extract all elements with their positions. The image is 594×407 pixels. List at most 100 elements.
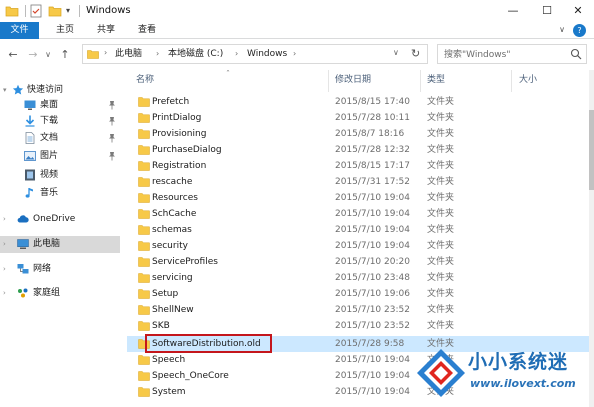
minimize-button[interactable]: — bbox=[498, 0, 528, 22]
sidebar-item-videos[interactable]: 视频 bbox=[0, 167, 120, 184]
maximize-button[interactable]: ☐ bbox=[532, 0, 562, 22]
chevron-right-icon[interactable]: › bbox=[3, 238, 6, 251]
column-divider[interactable] bbox=[420, 70, 421, 92]
expand-ribbon-icon[interactable]: ∨ bbox=[556, 23, 568, 37]
column-size[interactable]: 大小 bbox=[519, 74, 537, 86]
sort-ascending-icon: ˄ bbox=[226, 70, 230, 78]
column-type[interactable]: 类型 bbox=[427, 74, 445, 86]
breadcrumb-this-pc[interactable]: 此电脑 bbox=[115, 48, 142, 60]
computer-icon bbox=[17, 239, 29, 249]
chevron-down-icon[interactable]: ▾ bbox=[3, 84, 7, 97]
sidebar-item-documents[interactable]: 文档 bbox=[0, 130, 120, 147]
table-row[interactable]: ServiceProfiles 2015/7/10 20:20 文件夹 bbox=[127, 254, 589, 270]
column-divider[interactable] bbox=[511, 70, 512, 92]
file-date: 2015/7/10 23:52 bbox=[335, 305, 410, 315]
sidebar-item-pictures[interactable]: 图片 bbox=[0, 148, 120, 165]
ribbon-tabs: 文件 主页 共享 查看 ∨ ? bbox=[0, 22, 594, 39]
file-type: 文件夹 bbox=[427, 193, 455, 203]
file-date: 2015/7/31 17:52 bbox=[335, 177, 410, 187]
pin-icon[interactable] bbox=[108, 100, 116, 110]
up-button[interactable]: ↑ bbox=[58, 48, 72, 62]
chevron-right-icon[interactable]: › bbox=[3, 263, 6, 276]
file-date: 2015/7/10 19:04 bbox=[335, 371, 410, 381]
recent-locations-button[interactable]: ∨ bbox=[44, 48, 52, 62]
table-row[interactable]: Setup 2015/7/10 19:06 文件夹 bbox=[127, 286, 589, 302]
navigation-pane: ▾ 快速访问 桌面 下载 文档 图片 视频 音乐 › OneDrive › 此电… bbox=[0, 70, 120, 407]
table-row[interactable]: Provisioning 2015/8/7 18:16 文件夹 bbox=[127, 126, 589, 142]
file-date: 2015/7/28 12:32 bbox=[335, 145, 410, 155]
quick-access-divider bbox=[25, 5, 26, 17]
pin-icon[interactable] bbox=[108, 133, 116, 143]
back-button[interactable]: ← bbox=[6, 48, 20, 62]
sidebar-item-homegroup[interactable]: › 家庭组 bbox=[0, 285, 120, 302]
folder-icon bbox=[138, 355, 150, 365]
sidebar-item-music[interactable]: 音乐 bbox=[0, 185, 120, 202]
sidebar-item-network[interactable]: › 网络 bbox=[0, 261, 120, 278]
table-row[interactable]: security 2015/7/10 19:04 文件夹 bbox=[127, 238, 589, 254]
folder-icon bbox=[138, 113, 150, 123]
folder-icon[interactable] bbox=[5, 4, 19, 18]
tab-home[interactable]: 主页 bbox=[50, 22, 80, 39]
vertical-scrollbar[interactable] bbox=[589, 70, 594, 407]
new-folder-icon[interactable] bbox=[48, 4, 62, 18]
scrollbar-thumb[interactable] bbox=[589, 110, 594, 190]
file-type: 文件夹 bbox=[427, 113, 455, 123]
breadcrumb-separator[interactable]: › bbox=[156, 48, 159, 60]
column-name[interactable]: 名称 bbox=[136, 74, 154, 86]
sidebar-item-onedrive[interactable]: › OneDrive bbox=[0, 211, 120, 228]
pin-icon[interactable] bbox=[108, 116, 116, 126]
file-type: 文件夹 bbox=[427, 177, 455, 187]
watermark-logo-icon bbox=[417, 349, 465, 397]
file-name: PrintDialog bbox=[152, 113, 202, 123]
breadcrumb-local-disk[interactable]: 本地磁盘 (C:) bbox=[168, 48, 223, 60]
table-row[interactable]: SchCache 2015/7/10 19:04 文件夹 bbox=[127, 206, 589, 222]
tab-share[interactable]: 共享 bbox=[91, 22, 121, 39]
table-row[interactable]: schemas 2015/7/10 19:04 文件夹 bbox=[127, 222, 589, 238]
window-title: Windows bbox=[86, 5, 131, 16]
search-icon[interactable] bbox=[570, 48, 582, 60]
column-date-modified[interactable]: 修改日期 bbox=[335, 74, 371, 86]
breadcrumb-windows[interactable]: Windows bbox=[247, 48, 287, 60]
column-divider[interactable] bbox=[328, 70, 329, 92]
forward-button[interactable]: → bbox=[26, 48, 40, 62]
customize-quick-access-icon[interactable]: ▾ bbox=[66, 4, 74, 18]
table-row[interactable]: Resources 2015/7/10 19:04 文件夹 bbox=[127, 190, 589, 206]
tab-view[interactable]: 查看 bbox=[132, 22, 162, 39]
file-type: 文件夹 bbox=[427, 241, 455, 251]
refresh-icon[interactable]: ↻ bbox=[411, 47, 420, 61]
file-type: 文件夹 bbox=[427, 145, 455, 155]
help-icon[interactable]: ? bbox=[573, 24, 586, 37]
close-button[interactable]: ✕ bbox=[563, 0, 593, 22]
folder-icon bbox=[138, 129, 150, 139]
properties-check-icon[interactable] bbox=[30, 4, 42, 18]
table-row[interactable]: Prefetch 2015/8/15 17:40 文件夹 bbox=[127, 94, 589, 110]
table-row[interactable]: Registration 2015/8/15 17:17 文件夹 bbox=[127, 158, 589, 174]
table-row[interactable]: SKB 2015/7/10 23:52 文件夹 bbox=[127, 318, 589, 334]
tab-file[interactable]: 文件 bbox=[0, 22, 39, 39]
sidebar-item-this-pc[interactable]: › 此电脑 bbox=[0, 236, 120, 253]
sidebar-item-desktop[interactable]: 桌面 bbox=[0, 97, 120, 114]
breadcrumb-separator[interactable]: › bbox=[235, 48, 238, 60]
table-row[interactable]: PrintDialog 2015/7/28 10:11 文件夹 bbox=[127, 110, 589, 126]
table-row[interactable]: servicing 2015/7/10 23:48 文件夹 bbox=[127, 270, 589, 286]
file-name: ServiceProfiles bbox=[152, 257, 218, 267]
breadcrumb-separator[interactable]: › bbox=[293, 48, 296, 60]
download-icon bbox=[25, 115, 35, 127]
pin-icon[interactable] bbox=[108, 151, 116, 161]
folder-icon bbox=[138, 97, 150, 107]
folder-icon bbox=[138, 145, 150, 155]
table-row[interactable]: rescache 2015/7/31 17:52 文件夹 bbox=[127, 174, 589, 190]
sidebar-item-downloads[interactable]: 下载 bbox=[0, 113, 120, 130]
watermark: 小小系统迷 www.ilovext.com bbox=[414, 346, 584, 402]
address-bar[interactable]: › 此电脑 › 本地磁盘 (C:) › Windows › ∨ ↻ bbox=[82, 44, 428, 64]
file-type: 文件夹 bbox=[427, 209, 455, 219]
table-row[interactable]: ShellNew 2015/7/10 23:52 文件夹 bbox=[127, 302, 589, 318]
search-input[interactable]: 搜索"Windows" bbox=[444, 49, 510, 61]
address-dropdown-icon[interactable]: ∨ bbox=[393, 48, 399, 57]
file-name: PurchaseDialog bbox=[152, 145, 222, 155]
chevron-right-icon[interactable]: › bbox=[3, 287, 6, 300]
breadcrumb-separator[interactable]: › bbox=[104, 48, 107, 57]
search-box[interactable]: 搜索"Windows" bbox=[437, 44, 587, 64]
table-row[interactable]: PurchaseDialog 2015/7/28 12:32 文件夹 bbox=[127, 142, 589, 158]
chevron-right-icon[interactable]: › bbox=[3, 213, 6, 226]
